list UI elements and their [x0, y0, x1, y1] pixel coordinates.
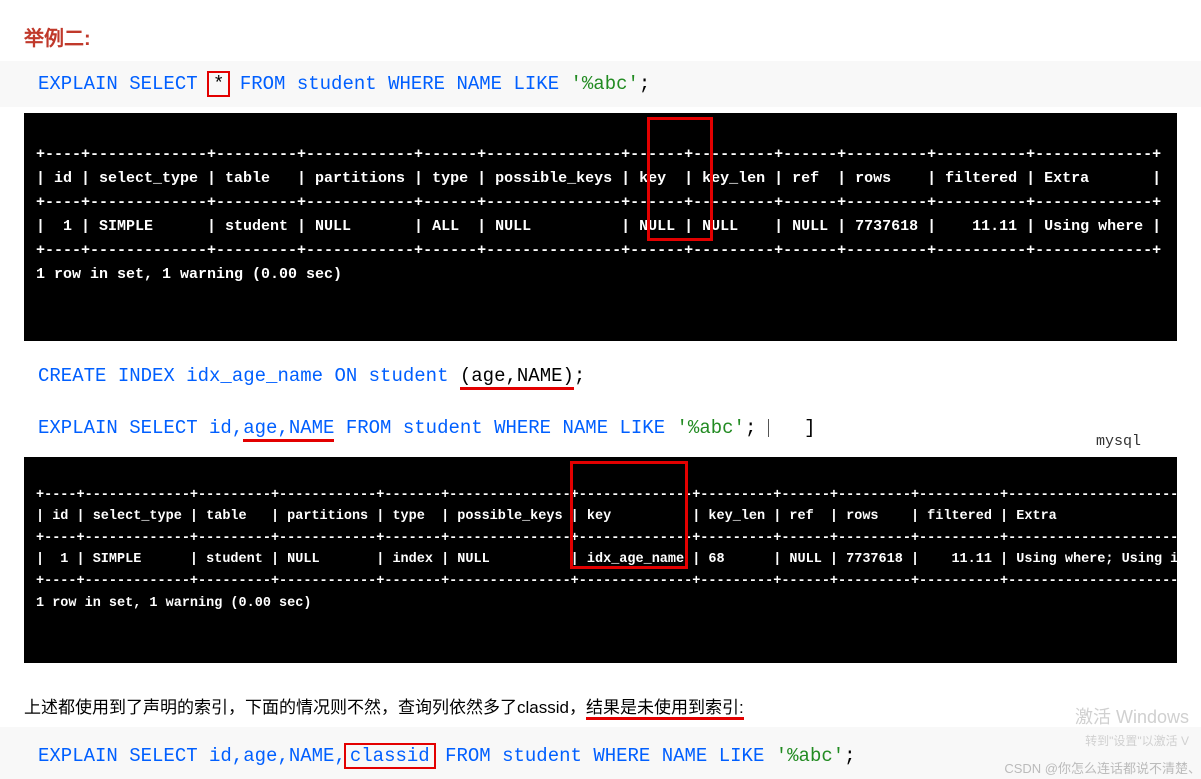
sql-explain-3: EXPLAIN SELECT id,age,NAME,classid FROM …: [0, 727, 1201, 779]
table-sep: +----+-------------+---------+----------…: [36, 488, 1177, 503]
table-row: | 1 | SIMPLE | student | NULL | index | …: [36, 552, 1177, 567]
text-cursor: [768, 419, 769, 437]
sql-explain-1: EXPLAIN SELECT * FROM student WHERE NAME…: [0, 61, 1201, 107]
sql-create-index: CREATE INDEX idx_age_name ON student (ag…: [0, 353, 1201, 399]
sql-string: '%abc': [571, 73, 639, 95]
highlight-columns: (age,NAME): [460, 365, 574, 390]
table-header: | id | select_type | table | partitions …: [36, 170, 1161, 187]
sql-text: ;: [574, 365, 585, 387]
table-sep: +----+-------------+---------+----------…: [36, 531, 1177, 546]
terminal-output-1: +----+-------------+---------+----------…: [24, 113, 1177, 341]
sql-explain-2: EXPLAIN SELECT id,age,NAME FROM student …: [0, 399, 1201, 451]
table-sep: +----+-------------+---------+----------…: [36, 194, 1161, 211]
sql-text: EXPLAIN SELECT id,age,NAME,: [38, 745, 346, 767]
table-row: | 1 | SIMPLE | student | NULL | ALL | NU…: [36, 218, 1161, 235]
highlight-star: *: [207, 71, 230, 97]
table-sep: +----+-------------+---------+----------…: [36, 146, 1161, 163]
sql-text: ;: [844, 745, 855, 767]
sql-text: CREATE INDEX idx_age_name ON student: [38, 365, 460, 387]
table-sep: +----+-------------+---------+----------…: [36, 574, 1177, 589]
sql-text: FROM student WHERE NAME LIKE: [228, 73, 570, 95]
sql-string: '%abc': [677, 417, 745, 439]
highlight-classid: classid: [344, 743, 436, 769]
sql-text: ;: [745, 417, 756, 439]
para-highlight: 结果是未使用到索引:: [586, 698, 744, 720]
table-sep: +----+-------------+---------+----------…: [36, 242, 1161, 259]
sql-text: EXPLAIN SELECT id,: [38, 417, 243, 439]
table-footer: 1 row in set, 1 warning (0.00 sec): [36, 266, 342, 283]
sql-text: FROM student WHERE NAME LIKE: [334, 417, 676, 439]
para-text: 上述都使用到了声明的索引，下面的情况则不然，查询列依然多了classid，: [24, 698, 586, 717]
sql-text: FROM student WHERE NAME LIKE: [434, 745, 776, 767]
table-header: | id | select_type | table | partitions …: [36, 509, 1177, 524]
language-tag: mysql: [1036, 427, 1201, 456]
sql-text: ;: [639, 73, 650, 95]
explanation-text: 上述都使用到了声明的索引，下面的情况则不然，查询列依然多了classid，结果是…: [0, 675, 1201, 727]
sql-string: '%abc': [776, 745, 844, 767]
terminal-output-2: +----+-------------+---------+----------…: [24, 457, 1177, 663]
sql-text: EXPLAIN SELECT: [38, 73, 209, 95]
table-footer: 1 row in set, 1 warning (0.00 sec): [36, 596, 311, 611]
highlight-select-cols: age,NAME: [243, 417, 334, 442]
section-heading: 举例二:: [0, 0, 1201, 61]
